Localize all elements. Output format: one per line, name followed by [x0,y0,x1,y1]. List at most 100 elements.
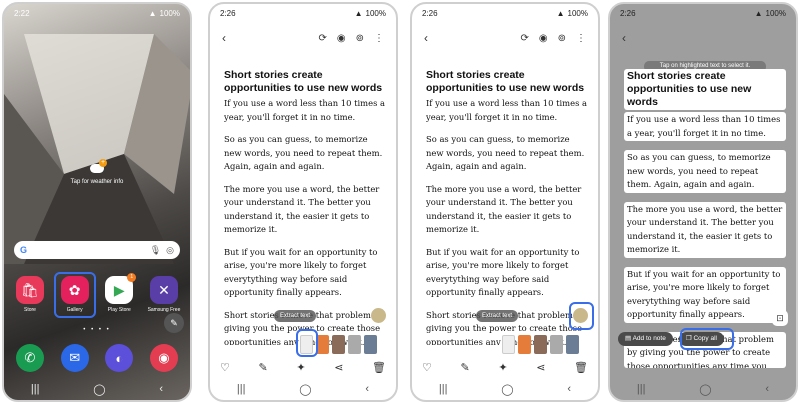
share-icon[interactable]: ⋖ [536,361,545,374]
paragraph[interactable]: The more you use a word, the better your… [624,201,786,258]
page-indicator: • • • • [83,327,111,333]
viewer-toolbar: ‹ ⟳ ◉ ⊚ ⋮ [424,28,586,48]
signal-icon: ▲ [556,8,565,18]
app-store[interactable]: 🛍 Store [12,276,48,313]
thumbnail[interactable] [566,334,579,354]
recents-icon[interactable]: ||| [637,383,646,395]
copy-all-highlight-box [680,328,734,350]
clock: 2:26 [422,8,438,18]
more-options-icon[interactable]: ⋮ [374,33,384,44]
phone-text-extract: 2:26 ▲ 100% ‹ Tap on highlighted text to … [608,2,798,402]
phone-gallery-viewer-scan: 2:26 ▲ 100% ‹ ⟳ ◉ ⊚ ⋮ Short stories create o… [410,2,600,402]
app-row: 🛍 Store ✿ Gallery ▶ 1 Play Store ✕ Samsun… [12,273,182,313]
clock: 2:26 [220,8,236,18]
phone-gallery-viewer: 2:26 ▲ 100% ‹ ⟳ ◉ ⊚ ⋮ Short stories create o… [208,2,398,402]
lens-icon[interactable]: ◎ [166,245,174,256]
back-arrow-icon[interactable]: ‹ [222,31,226,45]
google-search-bar[interactable]: G 🎙 ◎ [14,241,180,259]
signal-icon: ▲ [148,8,157,18]
battery-label: 100% [159,8,180,18]
paragraph[interactable]: If you use a word less than 10 times a y… [624,112,786,141]
thumbnail[interactable] [550,334,563,354]
pencil-edit-icon[interactable]: ✎ [164,313,184,333]
edit-pencil-icon[interactable]: ✎ [259,361,268,374]
text-scan-icon[interactable]: ⊡ [772,310,788,326]
phone-icon[interactable]: ✆ [16,344,44,372]
cast-icon[interactable]: ⊚ [558,33,566,44]
nav-bar: ||| ◯ ‹ [412,378,598,400]
thumbnail-strip[interactable] [412,332,598,356]
samsung-free-icon: ✕ [149,276,178,304]
thumbnail[interactable] [332,334,345,354]
paragraph: But if you wait for an opportunity to ar… [426,246,580,298]
battery-label: 100% [765,8,786,18]
phone-home-screen: 2:22 ▲100% Tap for weather info G 🎙 ◎ 🛍 S… [2,2,192,402]
home-icon[interactable]: ◯ [501,383,513,396]
wallpaper-crystal [4,34,190,264]
app-play-store[interactable]: ▶ 1 Play Store [101,273,137,313]
store-bag-icon: 🛍 [16,276,44,304]
weather-label: Tap for weather info [70,179,124,185]
paragraph[interactable]: So as you can guess, to memorize new wor… [624,150,786,193]
paragraph: The more you use a word, the better your… [426,183,582,235]
text-scan-icon[interactable] [371,308,386,323]
clock: 2:22 [14,8,30,18]
favorite-heart-icon[interactable]: ♡ [422,361,432,374]
thumbnail[interactable] [534,334,547,354]
back-arrow-icon[interactable]: ‹ [622,31,626,45]
home-icon[interactable]: ◯ [299,383,311,396]
app-label: Play Store [107,307,131,313]
messages-icon[interactable]: ✉ [60,344,89,372]
status-bar: 2:26 ▲ 100% [412,4,598,22]
paragraph: The more you use a word, the better your… [224,183,380,235]
remaster-icon[interactable]: ⟳ [520,33,528,44]
home-icon[interactable]: ◯ [93,383,105,396]
recents-icon[interactable]: ||| [237,383,246,395]
remaster-icon[interactable]: ⟳ [318,33,326,44]
eye-icon[interactable]: ◉ [337,33,346,44]
add-to-note-label: Add to note [632,335,666,342]
thumbnail[interactable] [364,334,377,354]
add-to-note-button[interactable]: ▤ Add to note [618,332,673,346]
thumbnail[interactable] [502,334,515,354]
document-title: Short stories create opportunities to us… [224,69,383,94]
back-icon[interactable]: ‹ [159,383,163,395]
eye-icon[interactable]: ◉ [539,33,548,44]
paragraph[interactable]: But if you wait for an opportunity to ar… [624,266,786,323]
ai-sparkle-icon[interactable]: ✦ [498,361,507,374]
weather-widget[interactable]: Tap for weather info [4,159,190,185]
scan-icon-highlight-box [569,302,594,330]
thumbnail[interactable] [518,334,531,354]
signal-icon: ▲ [354,8,363,18]
extract-text-pill[interactable]: Extract text [274,310,317,322]
delete-trash-icon[interactable]: 🗑 [372,361,386,374]
recents-icon[interactable]: ||| [31,383,40,395]
camera-icon[interactable]: ◉ [149,344,178,372]
back-arrow-icon[interactable]: ‹ [424,31,428,45]
recents-icon[interactable]: ||| [439,383,448,395]
mic-icon[interactable]: 🎙 [150,245,161,256]
share-icon[interactable]: ⋖ [334,361,343,374]
favorite-heart-icon[interactable]: ♡ [220,361,230,374]
back-icon[interactable]: ‹ [567,383,571,395]
back-icon[interactable]: ‹ [765,383,769,395]
ai-sparkle-icon[interactable]: ✦ [296,361,305,374]
app-samsung-free[interactable]: ✕ Samsung Free [146,276,182,313]
google-logo-icon: G [20,245,28,255]
weather-cloud-icon [90,159,107,173]
edit-pencil-icon[interactable]: ✎ [461,361,470,374]
back-icon[interactable]: ‹ [365,383,369,395]
internet-icon[interactable]: ◐ [105,344,134,372]
extract-text-pill[interactable]: Extract text [476,310,519,322]
document-title[interactable]: Short stories create opportunities to us… [624,69,786,110]
paragraph: If you use a word less than 10 times a y… [426,98,588,122]
thumbnail[interactable] [348,334,361,354]
cast-icon[interactable]: ⊚ [356,33,364,44]
home-icon[interactable]: ◯ [699,383,711,396]
app-label: Samsung Free [147,307,181,313]
more-options-icon[interactable]: ⋮ [576,33,586,44]
dock: ✆ ✉ ◐ ◉ [12,344,182,372]
delete-trash-icon[interactable]: 🗑 [574,361,588,374]
gallery-highlight-box [54,272,96,318]
viewer-toolbar: ‹ [622,28,784,48]
